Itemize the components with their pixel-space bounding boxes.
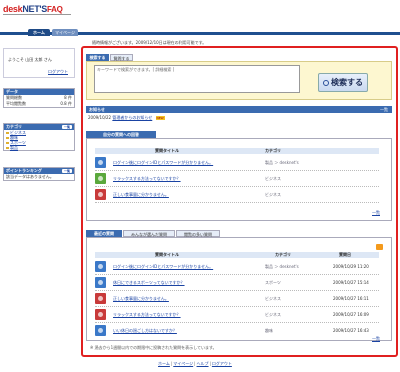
footer-home-link[interactable]: ホーム [158,361,170,366]
category-item[interactable]: 製品 [4,145,74,150]
question-row: リラックスする方法ってないですか？ ビジネス [95,171,379,187]
logo-underline [3,14,71,15]
folder-icon [6,132,9,134]
category-more-button[interactable]: 一覧 [62,125,72,129]
recent-row: いい休日の過ごし方はないですか？ 趣味 2009/10/27 16:43 [95,323,379,339]
logo-faq: FAQ [46,5,63,14]
question-category[interactable]: ビジネス [265,296,281,302]
question-category[interactable]: 製品 ＞ desknet's [265,264,299,270]
question-title-link[interactable]: 正しい食事量に分かりません。 [113,296,169,302]
question-status-icon [95,261,106,272]
my-questions-more-link[interactable]: 一覧 [372,210,380,216]
question-category[interactable]: スポーツ [265,280,281,286]
question-title-link[interactable]: ログイン後にログインIDとパスワードが分かりません。 [113,160,213,166]
question-status-icon [95,189,106,200]
question-category[interactable]: ビジネス [265,192,281,198]
notice-row: 2009/10/22 管理者からのお知らせ NEW [88,115,165,121]
data-box: データ 質問総数 8 件 平均閲覧数 0.8 件 [3,88,75,108]
my-questions-header: 質問タイトル カテゴリ [95,148,379,154]
tab-search[interactable]: 検索する [86,54,109,61]
ranking-box: ポイントランキング 一覧 該当データはありません。 [3,167,75,181]
question-category[interactable]: ビジネス [265,312,281,318]
question-status-icon [95,277,106,288]
user-greeting: ようこそ 山田 太郎 さん [8,57,52,62]
footnote: ※ 過去から1週間以内での期限中に投稿された質問を表示しています。 [90,345,217,350]
search-input[interactable]: キーワードで検索ができます。[ 詳細検索 ] [94,65,300,93]
notice-link[interactable]: 管理者からのお知らせ [112,115,152,120]
question-status-icon [95,173,106,184]
question-category[interactable]: 趣味 [265,328,273,334]
data-row: 平均閲覧数 0.8 件 [6,101,72,106]
question-row: 正しい食事量に分かりません。 ビジネス [95,187,379,203]
recent-row: 休日にできるスポーツってないですか？ スポーツ 2009/10/27 15:14 [95,275,379,291]
recent-row: リラックスする方法ってないですか？ ビジネス 2009/10/27 16:09 [95,307,379,323]
ranking-more-button[interactable]: 一覧 [62,169,72,173]
search-icon [323,79,329,86]
logout-link[interactable]: ログアウト [48,69,68,75]
footer-mypage-link[interactable]: マイページ [173,361,193,366]
notice-date: 2009/10/22 [88,115,112,120]
category-box-title: カテゴリ 一覧 [4,124,74,130]
app-logo: deskNET'SFAQ [3,4,63,14]
tab-most-viewed-questions[interactable]: 閲覧の多い質問 [176,230,220,237]
footer-help-link[interactable]: ヘルプ [197,361,209,366]
tab-popular-questions[interactable]: みんなが選んだ質問 [123,230,175,237]
footer-links: ホーム|マイページ|ヘルプ|ログアウト [158,361,232,367]
question-title-link[interactable]: ログイン後にログインIDとパスワードが分かりません。 [113,264,213,270]
tab-my-questions[interactable]: 自分の質問への回答 [86,131,156,138]
question-title-link[interactable]: 休日にできるスポーツってないですか？ [113,280,185,286]
question-status-icon [95,309,106,320]
recent-row: ログイン後にログインIDとパスワードが分かりません。 製品 ＞ desknet'… [95,259,379,275]
folder-icon [6,147,9,149]
tab-home[interactable]: ホーム [28,29,50,36]
question-title-link[interactable]: 正しい食事量に分かりません。 [113,192,169,198]
folder-icon [6,142,9,144]
question-title-link[interactable]: リラックスする方法ってないですか？ [113,312,181,318]
notice-more-link[interactable]: 一覧 [380,107,388,112]
question-date: 2009/10/27 16:11 [333,296,369,301]
footer-separator: | [194,361,196,366]
notice-header: お知らせ 一覧 [86,106,392,113]
question-row: ログイン後にログインIDとパスワードが分かりません。 製品 ＞ desknet'… [95,155,379,171]
folder-icon [6,137,9,139]
question-status-icon [95,325,106,336]
footer-separator: | [209,361,211,366]
question-status-icon [95,293,106,304]
footer-logout-link[interactable]: ログアウト [212,361,232,366]
recent-header: 質問タイトル カテゴリ 質問日 [95,252,379,258]
recent-row: 正しい食事量に分かりません。 ビジネス 2009/10/27 16:11 [95,291,379,307]
question-date: 2009/10/29 11:20 [333,264,369,269]
question-date: 2009/10/27 15:14 [333,280,369,285]
question-category[interactable]: ビジネス [265,176,281,182]
rss-icon[interactable] [376,244,383,250]
question-title-link[interactable]: いい休日の過ごし方はないですか？ [113,328,177,334]
question-title-link[interactable]: リラックスする方法ってないですか？ [113,176,181,182]
tab-ask[interactable]: 質問する [110,54,133,61]
new-badge: NEW [155,116,165,120]
tab-mypage[interactable]: マイページ [52,29,78,36]
user-box: ようこそ 山田 太郎 さん ログアウト [3,48,75,78]
category-box: カテゴリ 一覧 ビジネス 趣味 スポーツ 製品 [3,123,75,151]
question-date: 2009/10/27 16:09 [333,312,369,317]
question-date: 2009/10/27 16:43 [333,328,369,333]
question-status-icon [95,157,106,168]
search-button[interactable]: 検索する [318,73,368,92]
ranking-empty: 該当データはありません。 [6,174,54,179]
tab-recent-questions[interactable]: 最近の質問 [86,230,122,237]
recent-more-link[interactable]: 一覧 [372,336,380,342]
question-category[interactable]: 製品 ＞ desknet's [265,160,299,166]
